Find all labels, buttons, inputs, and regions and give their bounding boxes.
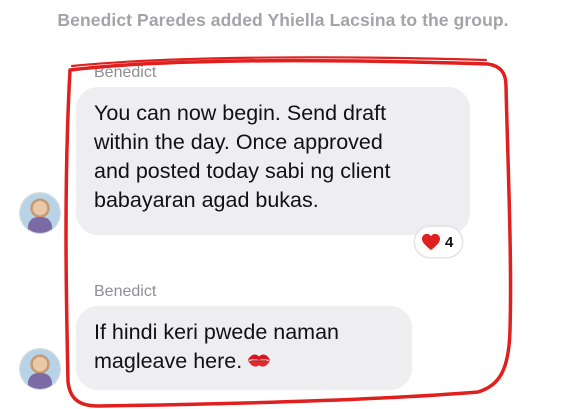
message-line: and posted today sabi ng client [94, 159, 391, 183]
reaction-badge[interactable]: 4 [415, 227, 463, 257]
message-line-with-emoji: magleave here. [94, 347, 394, 376]
message-line: magleave here. [94, 349, 243, 373]
sender-name: Benedict [94, 283, 157, 300]
heart-icon [422, 233, 440, 251]
message-bubble[interactable]: If hindi keri pwede naman magleave here. [76, 306, 412, 390]
avatar[interactable] [20, 193, 60, 233]
message-line: within the day. Once approved [94, 130, 383, 154]
reaction-count: 4 [445, 233, 454, 251]
system-message: Benedict Paredes added Yhiella Lacsina t… [57, 10, 509, 30]
message-bubble[interactable]: You can now begin. Send draft within the… [76, 87, 470, 235]
avatar[interactable] [20, 349, 60, 389]
message-line: If hindi keri pwede naman [94, 320, 340, 344]
message-line: babayaran agad bukas. [94, 188, 319, 212]
message-line: You can now begin. Send draft [94, 101, 387, 125]
sender-name: Benedict [94, 64, 157, 81]
kiss-icon [247, 354, 271, 367]
